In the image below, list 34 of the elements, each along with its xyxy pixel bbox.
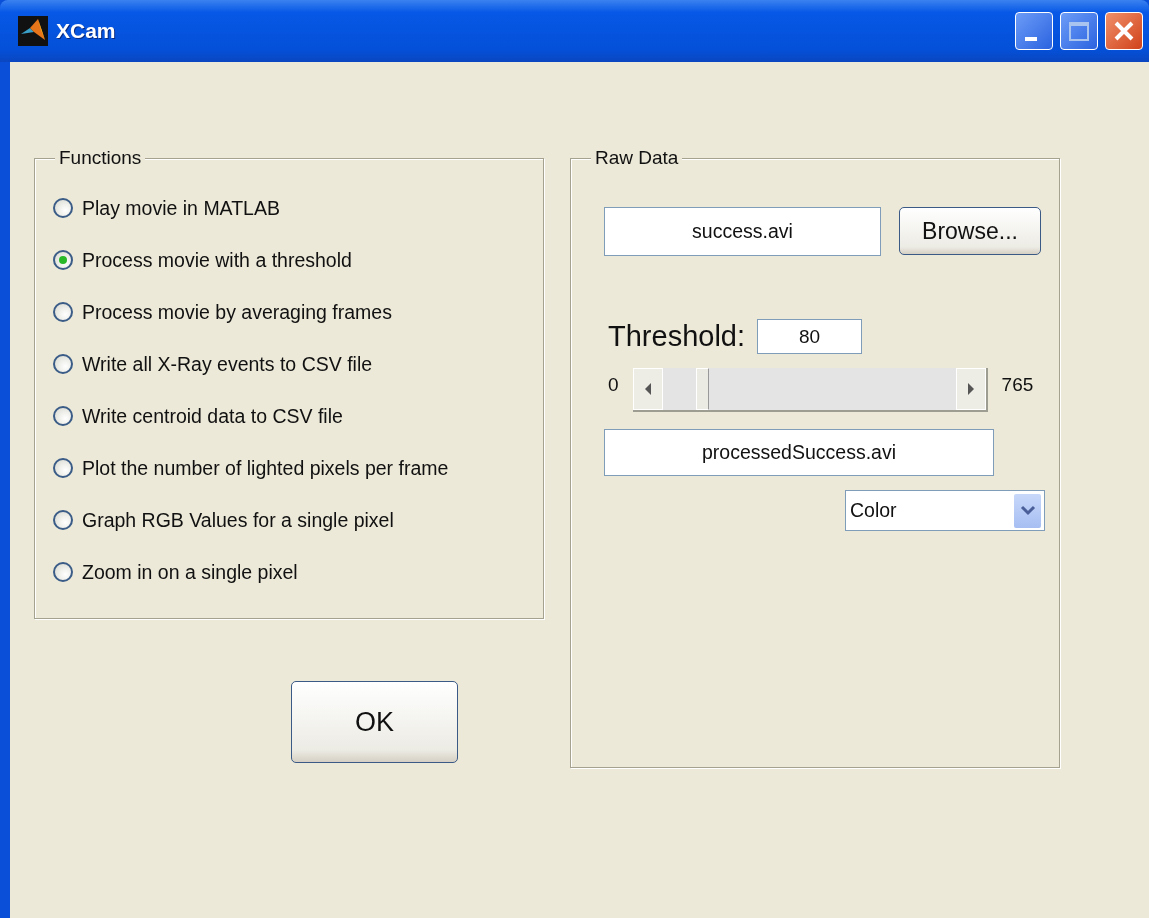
maximize-button[interactable]	[1060, 12, 1098, 50]
input-file-field[interactable]: success.avi	[604, 207, 881, 256]
slider-max-label: 765	[1001, 374, 1034, 396]
radio-button[interactable]	[53, 562, 73, 582]
radio-button[interactable]	[53, 198, 73, 218]
close-icon	[1114, 21, 1134, 41]
radio-button[interactable]	[53, 354, 73, 374]
radio-button[interactable]	[53, 302, 73, 322]
mode-dropdown[interactable]: Color	[845, 490, 1045, 531]
minimize-icon	[1025, 37, 1037, 41]
minimize-button[interactable]	[1015, 12, 1053, 50]
option-label[interactable]: Write centroid data to CSV file	[82, 404, 343, 428]
option-label[interactable]: Process movie by averaging frames	[82, 300, 392, 324]
option-label[interactable]: Write all X-Ray events to CSV file	[82, 352, 373, 376]
option-label[interactable]: Process movie with a threshold	[82, 248, 352, 272]
browse-button[interactable]: Browse...	[899, 207, 1041, 255]
radio-button[interactable]	[53, 250, 73, 270]
option-label[interactable]: Graph RGB Values for a single pixel	[82, 508, 394, 532]
option-label[interactable]: Play movie in MATLAB	[82, 196, 280, 220]
output-file-field[interactable]: processedSuccess.avi	[604, 429, 994, 476]
radio-button[interactable]	[53, 458, 73, 478]
app-icon	[18, 16, 48, 46]
option-label[interactable]: Zoom in on a single pixel	[82, 560, 298, 584]
radio-button[interactable]	[53, 406, 73, 426]
window-title: XCam	[56, 19, 117, 43]
radio-button[interactable]	[53, 510, 73, 530]
option-label[interactable]: Plot the number of lighted pixels per frame	[82, 456, 449, 480]
threshold-field[interactable]: 80	[757, 319, 862, 354]
maximize-icon	[1069, 21, 1089, 41]
close-button[interactable]	[1105, 12, 1143, 50]
ok-button[interactable]: OK	[291, 681, 458, 763]
chevron-down-icon	[1019, 504, 1036, 517]
threshold-label: Threshold:	[608, 320, 745, 353]
slider-min-label: 0	[608, 374, 619, 396]
